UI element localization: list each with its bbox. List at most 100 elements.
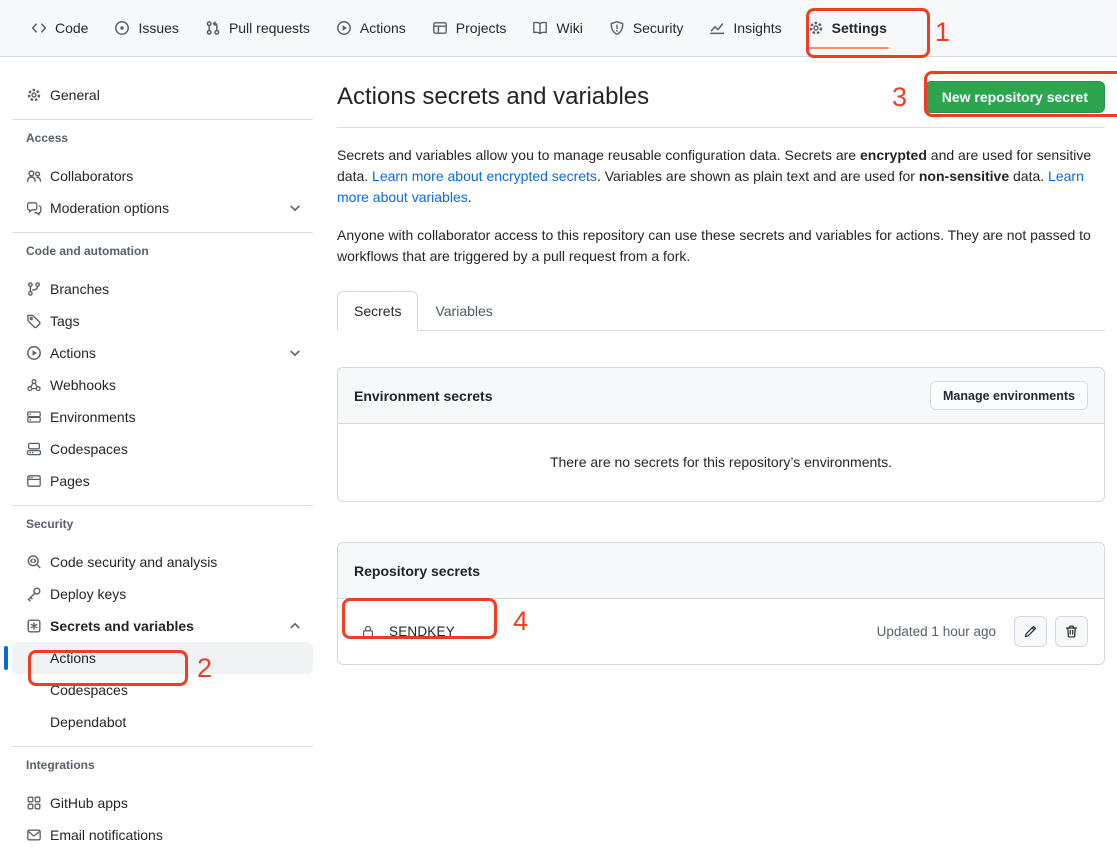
sidebar-item-label: Actions xyxy=(50,650,96,666)
tab-label: Issues xyxy=(138,20,178,36)
comment-discussion-icon xyxy=(26,200,42,216)
sidebar-item-label: Deploy keys xyxy=(50,586,126,602)
environment-secrets-card: Environment secrets Manage environments … xyxy=(337,367,1105,502)
key-icon xyxy=(26,586,42,602)
issue-opened-icon xyxy=(114,20,130,36)
sidebar-section-integrations: Integrations xyxy=(12,755,313,775)
environment-secrets-title: Environment secrets xyxy=(354,388,493,404)
tab-variables[interactable]: Variables xyxy=(418,291,509,331)
sidebar-item-code-security[interactable]: Code security and analysis xyxy=(12,546,313,578)
tab-insights[interactable]: Insights xyxy=(699,0,791,56)
sidebar-item-email-notifications[interactable]: Email notifications xyxy=(12,819,313,851)
sidebar-item-label: Actions xyxy=(50,345,96,361)
tab-settings[interactable]: Settings xyxy=(798,0,897,56)
sidebar-item-label: Webhooks xyxy=(50,377,116,393)
sidebar-item-label: Code security and analysis xyxy=(50,554,217,570)
intro-bold-non-sensitive: non-sensitive xyxy=(919,168,1009,184)
secrets-variables-tabnav: Secrets Variables xyxy=(337,291,1105,331)
sidebar-item-tags[interactable]: Tags xyxy=(12,305,313,337)
settings-sidebar: General Access Collaborators Moderation … xyxy=(0,57,325,851)
sidebar-item-label: Secrets and variables xyxy=(50,618,194,634)
git-pull-request-icon xyxy=(205,20,221,36)
intro-text: data. xyxy=(1009,168,1048,184)
tab-label: Actions xyxy=(360,20,406,36)
environment-secrets-empty-text: There are no secrets for this repository… xyxy=(338,424,1104,501)
tab-code[interactable]: Code xyxy=(21,0,98,56)
tag-icon xyxy=(26,313,42,329)
sidebar-subitem-codespaces[interactable]: Codespaces xyxy=(12,674,313,706)
code-icon xyxy=(31,20,47,36)
tab-security[interactable]: Security xyxy=(599,0,694,56)
server-icon xyxy=(26,409,42,425)
sidebar-subitem-actions[interactable]: Actions xyxy=(12,642,313,674)
tab-wiki[interactable]: Wiki xyxy=(522,0,592,56)
access-paragraph: Anyone with collaborator access to this … xyxy=(337,225,1105,267)
trash-icon xyxy=(1064,624,1079,639)
tab-label: Code xyxy=(55,20,88,36)
chevron-down-icon xyxy=(287,345,303,361)
asterisk-box-icon xyxy=(26,618,42,634)
gear-icon xyxy=(808,20,824,36)
people-icon xyxy=(26,168,42,184)
manage-environments-button[interactable]: Manage environments xyxy=(930,381,1088,410)
sidebar-item-label: Email notifications xyxy=(50,827,163,843)
sidebar-item-label: Collaborators xyxy=(50,168,133,184)
sidebar-item-label: Tags xyxy=(50,313,80,329)
pencil-icon xyxy=(1023,624,1038,639)
sidebar-item-codespaces[interactable]: Codespaces xyxy=(12,433,313,465)
sidebar-item-label: Codespaces xyxy=(50,682,128,698)
sidebar-item-environments[interactable]: Environments xyxy=(12,401,313,433)
tab-actions[interactable]: Actions xyxy=(326,0,416,56)
sidebar-divider xyxy=(12,505,313,506)
tab-label: Pull requests xyxy=(229,20,310,36)
sidebar-section-code-automation: Code and automation xyxy=(12,241,313,261)
repo-tab-nav: Code Issues Pull requests Actions Projec… xyxy=(0,0,1117,57)
tab-projects[interactable]: Projects xyxy=(422,0,517,56)
sidebar-item-label: GitHub apps xyxy=(50,795,128,811)
tab-secrets[interactable]: Secrets xyxy=(337,291,418,331)
sidebar-item-secrets-and-variables[interactable]: Secrets and variables xyxy=(12,610,313,642)
sidebar-item-webhooks[interactable]: Webhooks xyxy=(12,369,313,401)
sidebar-divider xyxy=(12,119,313,120)
sidebar-item-general[interactable]: General xyxy=(12,79,313,111)
sidebar-item-moderation-options[interactable]: Moderation options xyxy=(12,192,313,224)
webhook-icon xyxy=(26,377,42,393)
sidebar-item-pages[interactable]: Pages xyxy=(12,465,313,497)
git-branch-icon xyxy=(26,281,42,297)
gear-icon xyxy=(26,87,42,103)
secret-name: SENDKEY xyxy=(389,624,455,639)
lock-icon xyxy=(360,624,376,640)
sidebar-divider xyxy=(12,232,313,233)
sidebar-item-branches[interactable]: Branches xyxy=(12,273,313,305)
sidebar-section-security: Security xyxy=(12,514,313,534)
intro-bold-encrypted: encrypted xyxy=(860,147,927,163)
codespaces-icon xyxy=(26,441,42,457)
browser-icon xyxy=(26,473,42,489)
sidebar-item-deploy-keys[interactable]: Deploy keys xyxy=(12,578,313,610)
tab-issues[interactable]: Issues xyxy=(104,0,188,56)
sidebar-item-actions[interactable]: Actions xyxy=(12,337,313,369)
new-repository-secret-button[interactable]: New repository secret xyxy=(925,81,1105,113)
page-title: Actions secrets and variables xyxy=(337,81,649,113)
sidebar-item-collaborators[interactable]: Collaborators xyxy=(12,160,313,192)
edit-secret-button[interactable] xyxy=(1014,616,1047,647)
play-icon xyxy=(336,20,352,36)
shield-icon xyxy=(609,20,625,36)
sidebar-subitem-dependabot[interactable]: Dependabot xyxy=(12,706,313,738)
sidebar-divider xyxy=(12,746,313,747)
intro-paragraph: Secrets and variables allow you to manag… xyxy=(337,145,1105,208)
tab-label: Projects xyxy=(456,20,507,36)
secret-row-sendkey: SENDKEY Updated 1 hour ago xyxy=(338,599,1104,664)
intro-text: Secrets and variables allow you to manag… xyxy=(337,147,860,163)
main-content: Actions secrets and variables New reposi… xyxy=(325,57,1117,851)
repository-secrets-title: Repository secrets xyxy=(354,563,480,579)
book-icon xyxy=(532,20,548,36)
tab-pull-requests[interactable]: Pull requests xyxy=(195,0,320,56)
sidebar-item-github-apps[interactable]: GitHub apps xyxy=(12,787,313,819)
link-encrypted-secrets[interactable]: Learn more about encrypted secrets xyxy=(372,168,597,184)
tab-label: Wiki xyxy=(556,20,582,36)
delete-secret-button[interactable] xyxy=(1055,616,1088,647)
github-settings-page: Code Issues Pull requests Actions Projec… xyxy=(0,0,1117,867)
chevron-down-icon xyxy=(287,200,303,216)
sidebar-item-label: Pages xyxy=(50,473,90,489)
